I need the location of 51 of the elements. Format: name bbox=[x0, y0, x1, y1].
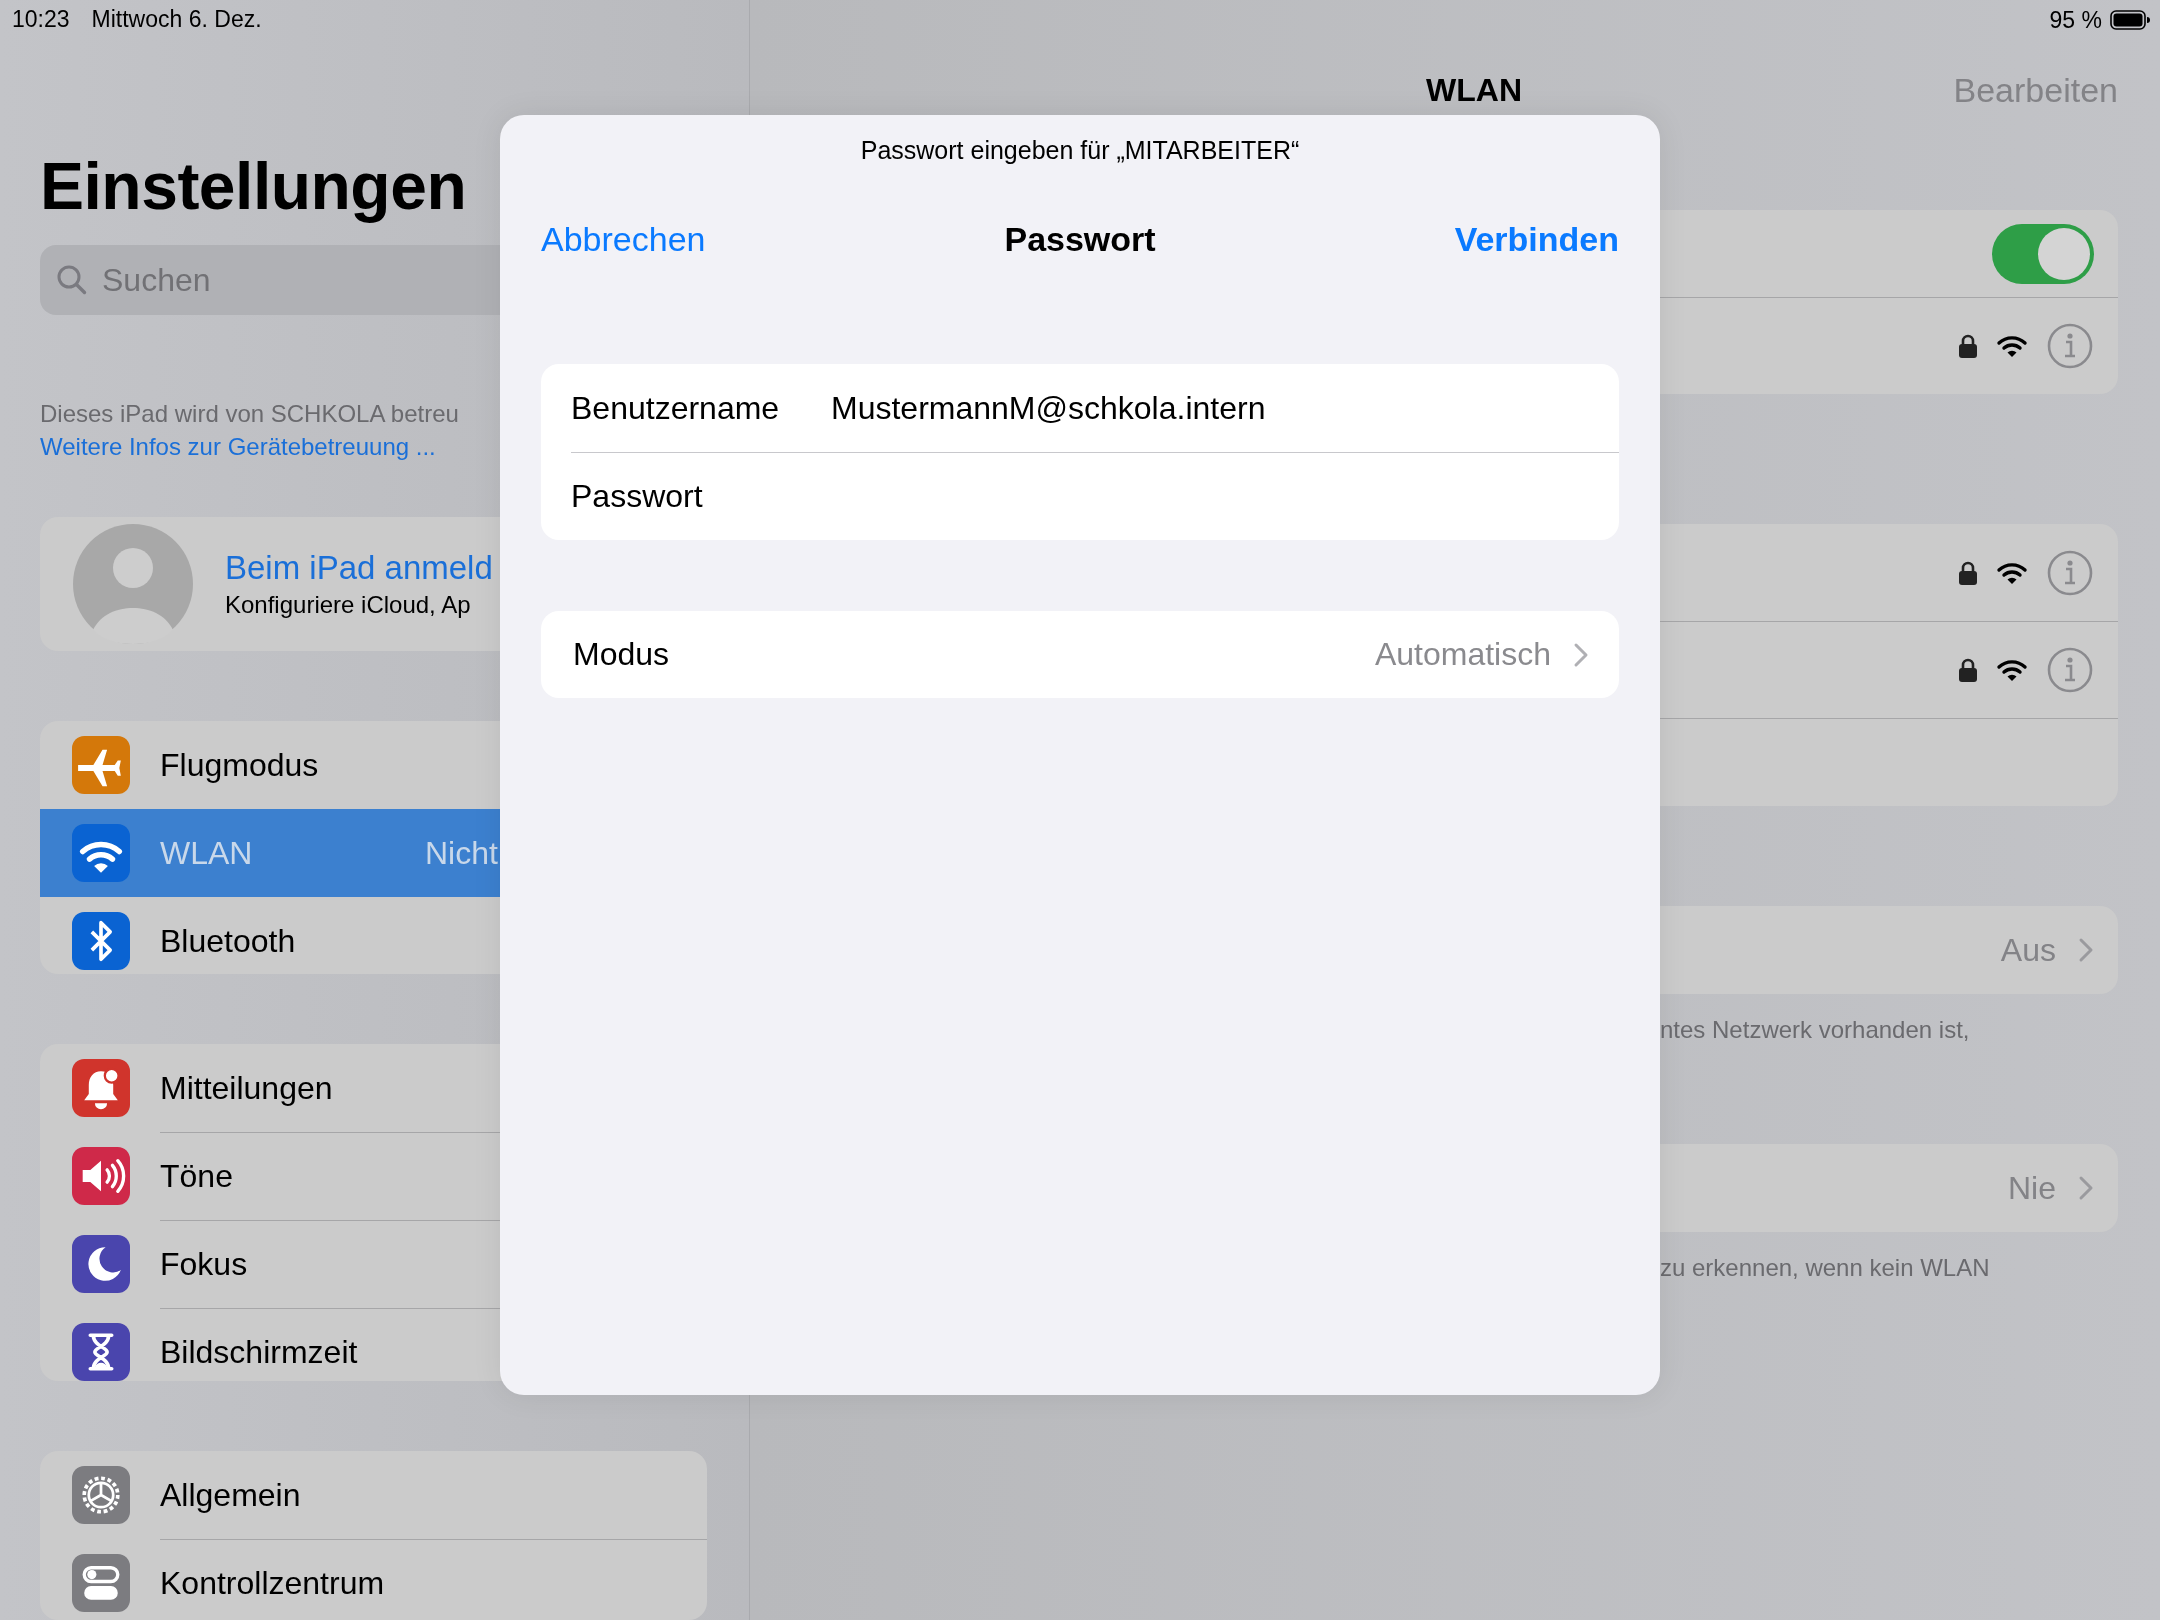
menu-item[interactable]: Fokus bbox=[40, 1220, 707, 1309]
menu-label: Allgemein bbox=[160, 1476, 301, 1514]
menu-item[interactable]: Allgemein bbox=[40, 1451, 707, 1540]
status-time: 10:23 bbox=[12, 5, 70, 33]
menu-item[interactable]: Bildschirmzeit bbox=[40, 1308, 707, 1382]
battery-percent: 95 % bbox=[2049, 6, 2102, 34]
setting-value: Aus bbox=[2000, 931, 2056, 969]
footnote-text: zu erkennen, wenn kein WLAN bbox=[1659, 1254, 1991, 1282]
chevron-icon bbox=[2078, 1175, 2094, 1201]
page-title: WLAN bbox=[1425, 71, 1523, 109]
menu-item[interactable]: Flugmodus bbox=[40, 721, 707, 810]
menu-item[interactable]: Mitteilungen bbox=[40, 1044, 707, 1133]
mode-row[interactable]: Modus Automatisch bbox=[541, 611, 1619, 698]
field-label: Benutzername bbox=[571, 389, 781, 427]
page-title: Einstellungen bbox=[40, 148, 468, 226]
menu-item[interactable]: Kontrollzentrum bbox=[40, 1539, 707, 1620]
menu-label: Bildschirmzeit bbox=[160, 1333, 358, 1371]
footnote-text: ntes Netzwerk vorhanden ist, bbox=[1659, 1016, 1971, 1044]
lock-icon bbox=[1958, 657, 1978, 683]
menu-label: Bluetooth bbox=[160, 922, 296, 960]
menu-label: Flugmodus bbox=[160, 746, 319, 784]
status-date: Mittwoch 6. Dez. bbox=[91, 5, 262, 33]
info-icon bbox=[2046, 548, 2094, 597]
menu-label: WLAN bbox=[160, 834, 253, 872]
lock-icon bbox=[1958, 559, 1978, 586]
info-icon bbox=[2046, 322, 2094, 370]
info-icon bbox=[2046, 646, 2094, 694]
battery-icon bbox=[2110, 10, 2150, 30]
management-note: Dieses iPad wird von SCHKOLA betreu bbox=[40, 399, 459, 430]
menu-item[interactable]: Bluetooth bbox=[40, 897, 707, 975]
account-subtitle: Konfiguriere iCloud, Ap bbox=[225, 591, 472, 620]
dialog-title: Passwort bbox=[1004, 219, 1156, 259]
menu-label: Mitteilungen bbox=[160, 1069, 333, 1107]
menu-label: Töne bbox=[160, 1157, 233, 1195]
dialog-prompt: Passwort eingeben für „MITARBEITER“ bbox=[859, 135, 1301, 165]
setting-value: Nie bbox=[2008, 1169, 2056, 1207]
wifi-icon bbox=[1996, 658, 2028, 682]
menu-value: Nicht bbox=[425, 834, 498, 872]
connect-button[interactable]: Verbinden bbox=[1454, 219, 1619, 259]
wifi-icon bbox=[1996, 560, 2028, 585]
menu-item[interactable]: Töne bbox=[40, 1132, 707, 1221]
menu-label: Kontrollzentrum bbox=[160, 1564, 385, 1602]
wifi-icon bbox=[1996, 334, 2028, 358]
lock-icon bbox=[1958, 333, 1978, 359]
avatar-icon bbox=[71, 522, 195, 647]
input-field[interactable]: MustermannM@schkola.intern bbox=[831, 389, 1531, 427]
chevron-icon bbox=[2078, 937, 2094, 963]
field-label: Passwort bbox=[571, 477, 704, 515]
chevron-icon bbox=[1573, 641, 1589, 668]
menu-label: Fokus bbox=[160, 1245, 248, 1283]
mode-value: Automatisch bbox=[1374, 636, 1551, 673]
